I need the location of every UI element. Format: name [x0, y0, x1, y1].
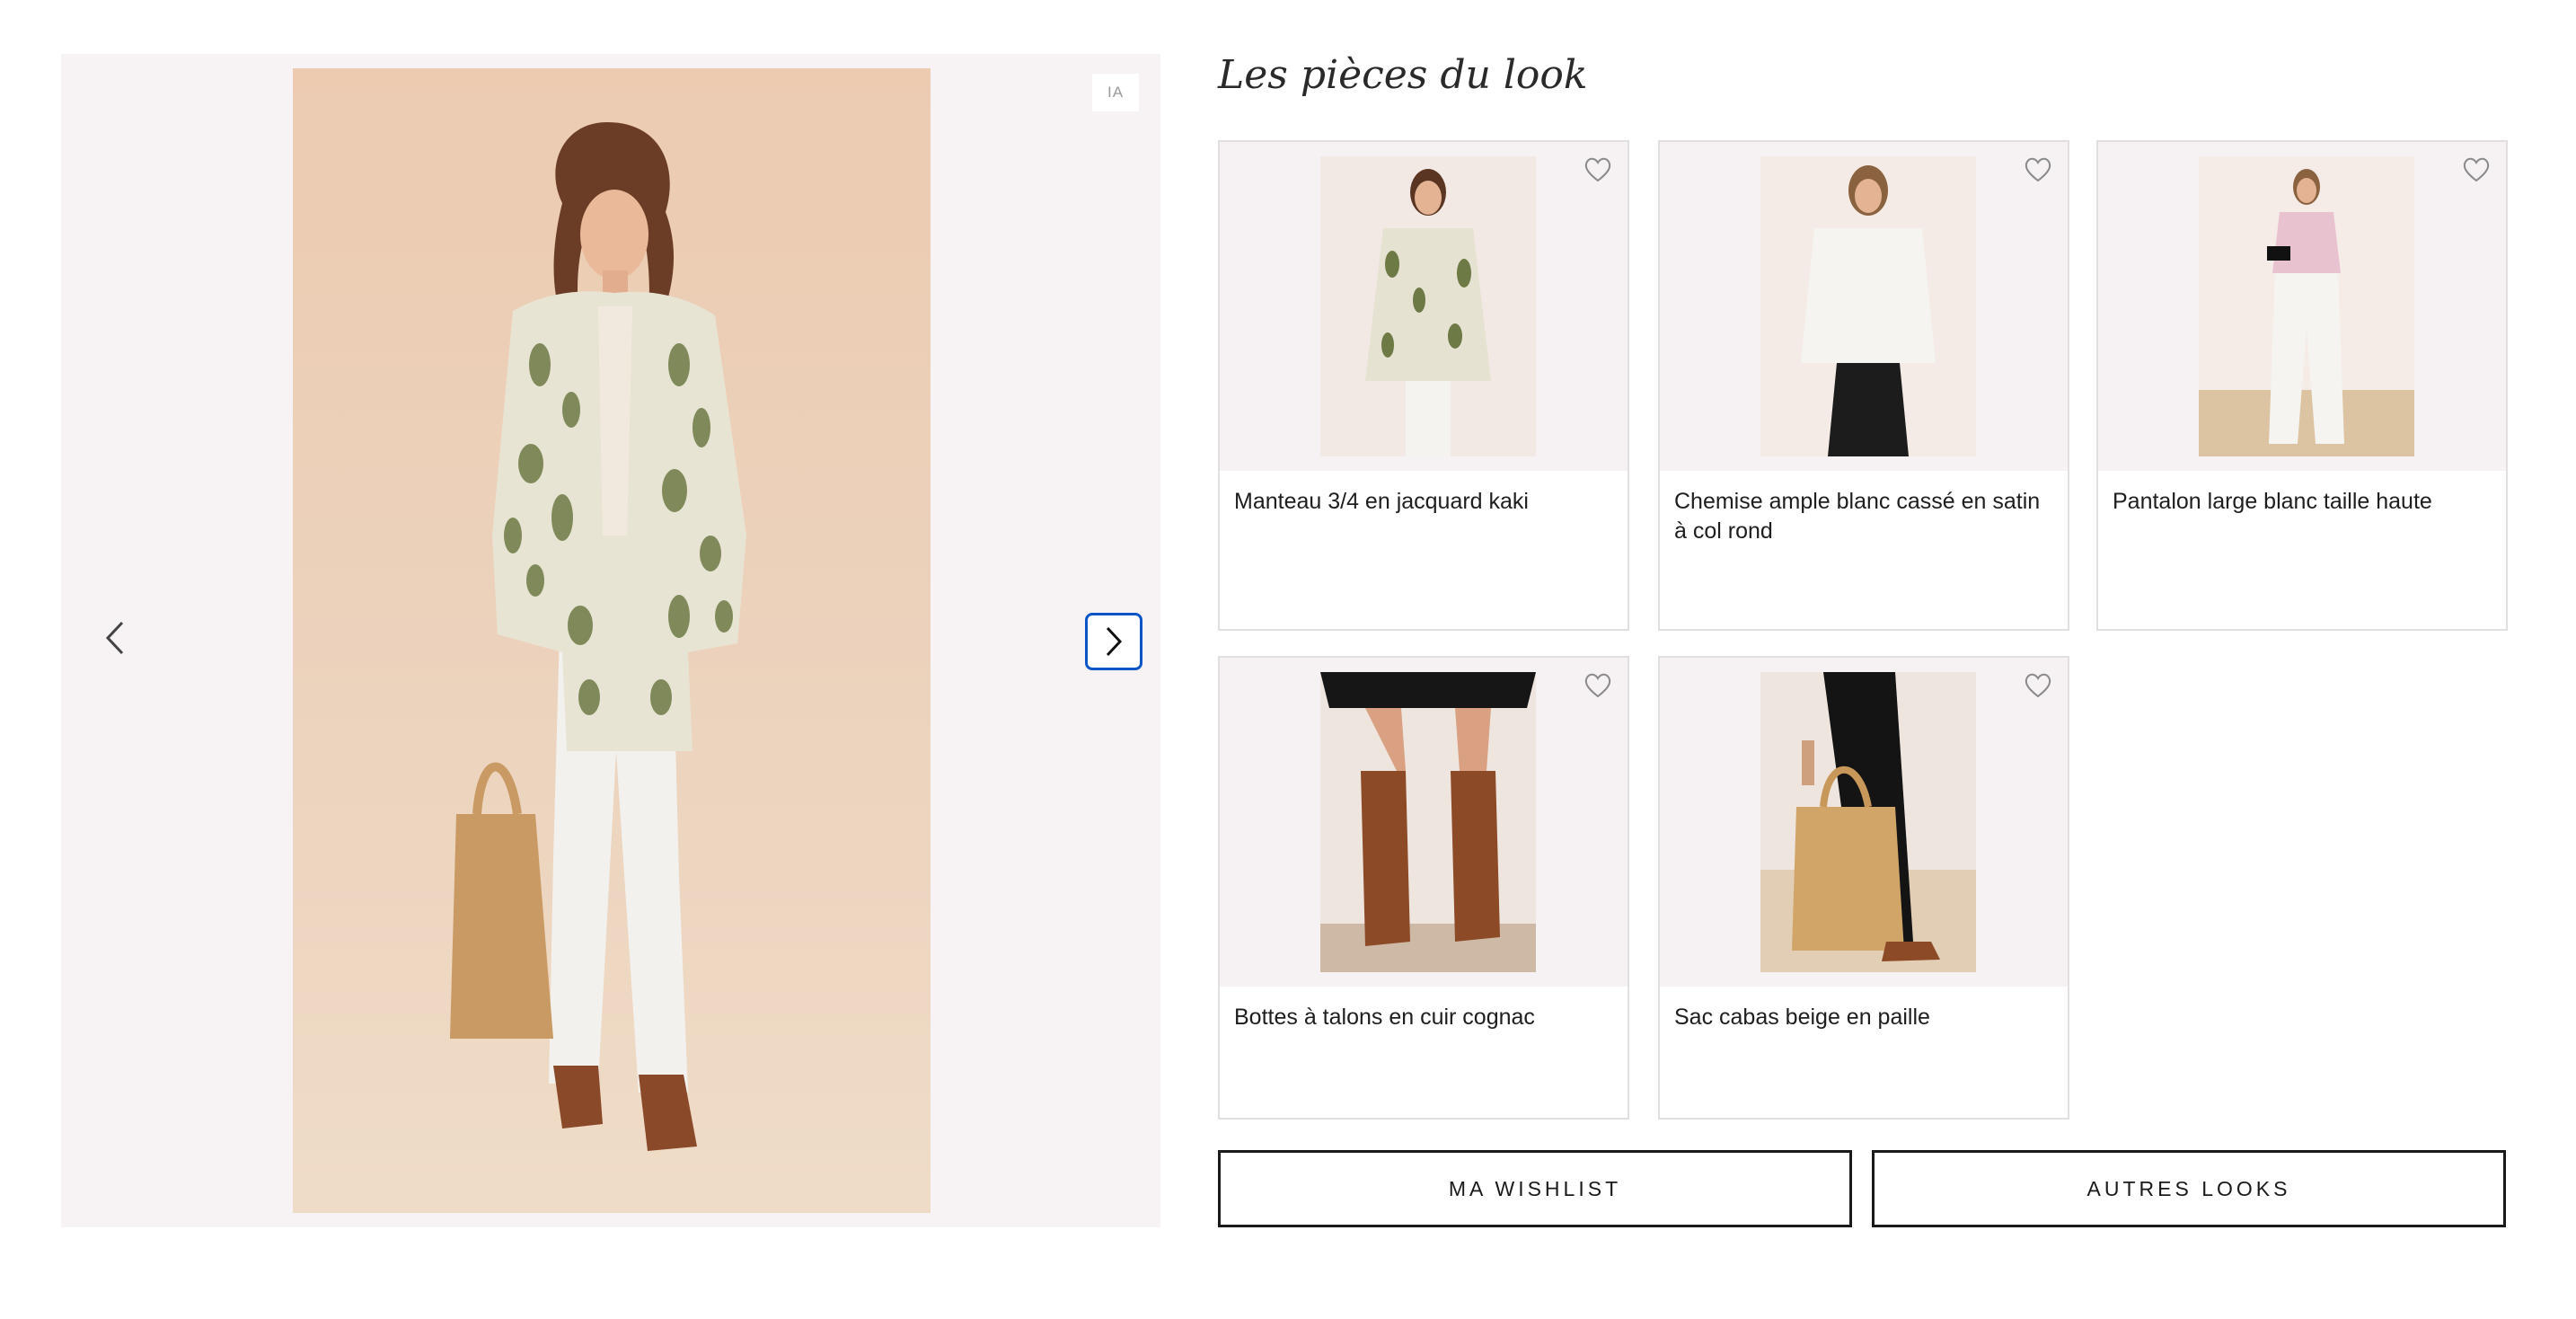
product-image	[1220, 142, 1628, 471]
product-image	[1220, 658, 1628, 987]
product-name[interactable]: Bottes à talons en cuir cognac	[1220, 987, 1628, 1032]
product-image	[1660, 142, 2068, 471]
ai-badge: IA	[1092, 74, 1139, 111]
product-card[interactable]: Pantalon large blanc taille haute	[2096, 140, 2508, 631]
look-photo	[293, 68, 931, 1213]
other-looks-button[interactable]: AUTRES LOOKS	[1872, 1150, 2506, 1227]
section-title: Les pièces du look	[1218, 52, 1588, 98]
product-name[interactable]: Chemise ample blanc cassé en satin à col…	[1660, 471, 2068, 546]
look-image-panel: IA	[61, 54, 1160, 1227]
heart-icon[interactable]	[2461, 156, 2492, 183]
product-image	[1660, 658, 2068, 987]
heart-icon[interactable]	[1583, 672, 1613, 699]
heart-icon[interactable]	[2023, 672, 2053, 699]
heart-icon[interactable]	[2023, 156, 2053, 183]
product-name[interactable]: Sac cabas beige en paille	[1660, 987, 2068, 1032]
product-name[interactable]: Pantalon large blanc taille haute	[2098, 471, 2506, 517]
chevron-right-icon	[1106, 626, 1123, 657]
previous-image-button[interactable]	[95, 609, 135, 667]
product-card[interactable]: Sac cabas beige en paille	[1658, 656, 2069, 1120]
product-image	[2098, 142, 2506, 471]
product-name[interactable]: Manteau 3/4 en jacquard kaki	[1220, 471, 1628, 517]
heart-icon[interactable]	[1583, 156, 1613, 183]
next-image-button[interactable]	[1085, 613, 1142, 670]
wishlist-button[interactable]: MA WISHLIST	[1218, 1150, 1852, 1227]
product-card[interactable]: Manteau 3/4 en jacquard kaki	[1218, 140, 1629, 631]
product-card[interactable]: Chemise ample blanc cassé en satin à col…	[1658, 140, 2069, 631]
product-card[interactable]: Bottes à talons en cuir cognac	[1218, 656, 1629, 1120]
chevron-left-icon	[105, 621, 124, 655]
